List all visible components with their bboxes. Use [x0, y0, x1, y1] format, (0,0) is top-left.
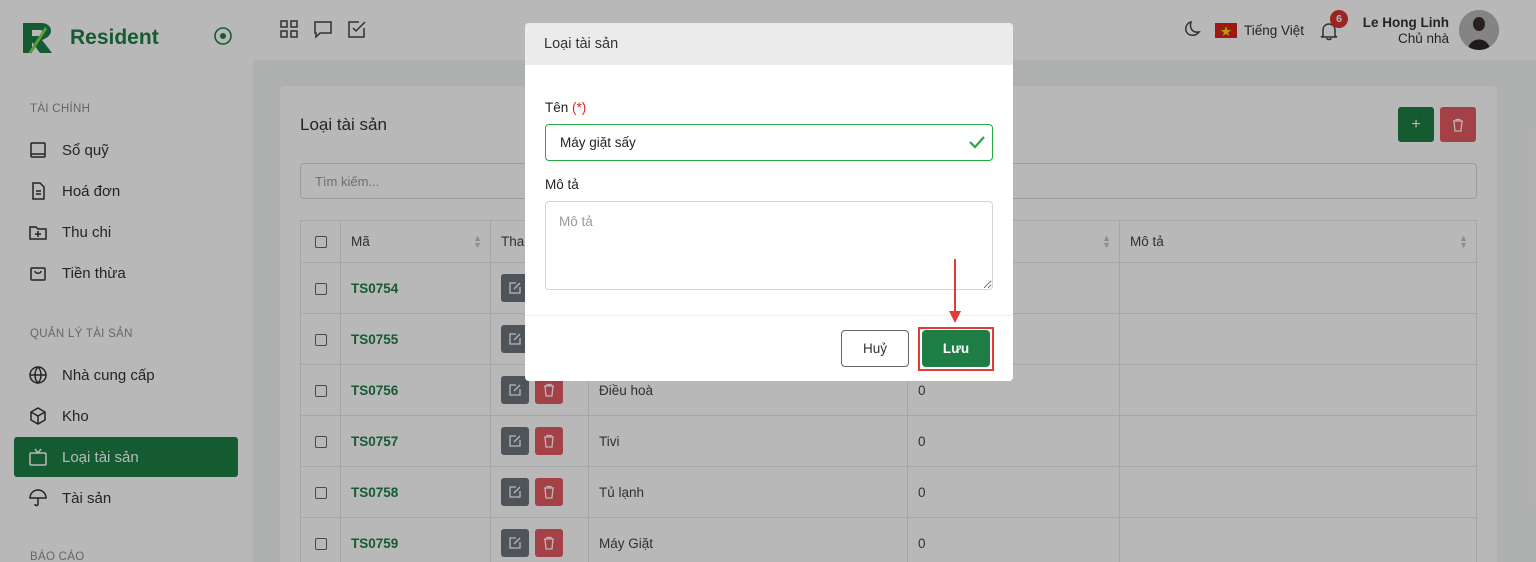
description-input[interactable] — [545, 201, 993, 290]
modal-title: Loại tài sản — [525, 23, 1013, 65]
asset-type-modal: Loại tài sản Tên (*) Mô tả Huỷ Lưu — [525, 23, 1013, 381]
name-field-label: Tên (*) — [545, 100, 586, 115]
name-input[interactable] — [545, 124, 993, 161]
modal-divider — [525, 315, 1013, 316]
pointer-arrow-icon — [949, 259, 961, 323]
save-highlight-box — [918, 327, 994, 371]
required-mark: (*) — [572, 100, 587, 115]
cancel-button[interactable]: Huỷ — [841, 330, 909, 367]
description-field-label: Mô tả — [545, 177, 579, 192]
valid-check-icon — [969, 136, 985, 149]
name-label-text: Tên — [545, 100, 569, 115]
